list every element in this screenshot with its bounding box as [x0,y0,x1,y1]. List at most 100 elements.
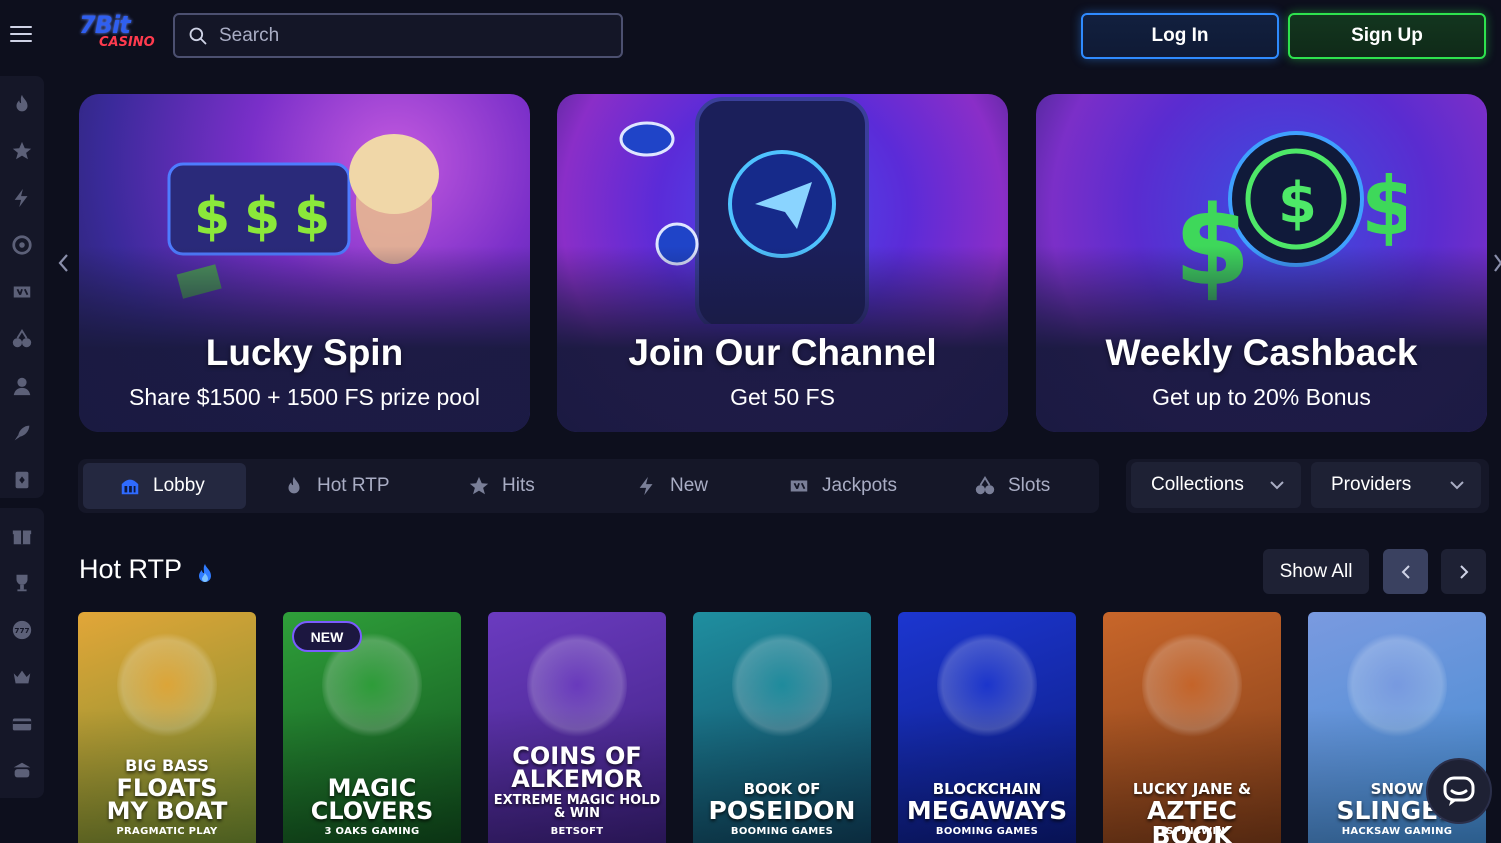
chat-icon [1443,776,1475,806]
game-title-line2: ALKEMOR [511,765,643,793]
tab-label: Hits [502,475,535,496]
game-title-line2: MEGAWAYS [906,796,1068,825]
logo-text-top: 7Bit [79,11,131,39]
category-tabs: Lobby Hot RTP Hits New Jackpots Slots [78,459,1099,513]
chevron-right-icon [1459,564,1468,579]
chevron-down-icon [1270,481,1284,490]
tab-label: Hot RTP [317,475,390,496]
banner-weekly-cashback[interactable]: $ $ $ Weekly Cashback Get up to 20% Bonu… [1036,94,1487,432]
game-card[interactable]: LUCKY JANE & AZTEC BOOK 1SPIN4WIN [1103,612,1281,843]
jackpot-icon [790,480,808,492]
tab-hits[interactable]: Hits [468,463,535,509]
tab-label: Jackpots [822,475,897,496]
sidebar-jackpot-icon[interactable] [0,268,44,315]
search-icon [189,27,207,45]
banner-prev-icon[interactable] [56,252,70,274]
sidebar-dealer-icon[interactable] [0,362,44,409]
svg-text:$: $ [194,187,230,247]
sidebar-cherry-icon[interactable] [0,315,44,362]
sidebar-card-icon[interactable] [0,700,44,747]
collections-dropdown[interactable]: Collections [1131,462,1301,508]
game-provider: BOOMING GAMES [935,826,1039,837]
game-provider: 3 OAKS GAMING [324,826,420,837]
tab-jackpots[interactable]: Jackpots [788,463,897,509]
game-title-line3: CLOVERS [310,797,434,825]
game-title-line1: BOOK OF [743,780,821,798]
banner-title: Lucky Spin [205,332,404,373]
search-box[interactable] [173,13,623,58]
sidebar-promotions: 777 [0,508,44,798]
game-title-line2: POSEIDON [708,796,856,825]
game-provider: BETSOFT [550,826,604,837]
sidebar-bank-icon[interactable] [0,747,44,794]
sidebar-gift-icon[interactable] [0,512,44,559]
banner-subtitle: Get up to 20% Bonus [1152,384,1371,410]
game-title-line3: EXTREME MAGIC HOLD & WIN [493,793,661,821]
star-icon [469,476,489,495]
banner-join-channel[interactable]: Join Our Channel Get 50 FS [557,94,1008,432]
game-card[interactable]: BIG BASS FLOATS MY BOAT PRAGMATIC PLAY [78,612,256,843]
providers-label: Providers [1331,474,1412,495]
tab-label: Slots [1008,475,1051,496]
sidebar-lightning-icon[interactable] [0,174,44,221]
tab-hot-rtp[interactable]: Hot RTP [283,463,390,509]
top-header: 7Bit CASINO Log In Sign Up [0,0,1501,72]
login-button[interactable]: Log In [1081,13,1279,59]
sidebar-star-icon[interactable] [0,127,44,174]
sidebar-cards-icon[interactable] [0,456,44,503]
banner-subtitle: Get 50 FS [730,384,835,410]
game-provider: PRAGMATIC PLAY [116,826,218,837]
game-provider: 1SPIN4WIN [1158,826,1226,837]
chevron-down-icon [1450,481,1464,490]
sidebar-crown-icon[interactable] [0,653,44,700]
cherry-icon [975,476,995,495]
blue-flame-icon [199,564,211,582]
banner-lucky-spin[interactable]: $ $ $ Lucky Spin Share $1500 + 1500 FS p… [79,94,530,432]
svg-text:$: $ [294,187,330,247]
tab-label: New [670,475,709,496]
banner-title: Join Our Channel [628,332,937,373]
game-card[interactable]: BLOCKCHAIN MEGAWAYS BOOMING GAMES [898,612,1076,843]
svg-text:$: $ [1278,171,1317,236]
banner-title: Weekly Cashback [1105,332,1418,373]
tab-new[interactable]: New [636,463,708,509]
sidebar-target-icon[interactable] [0,221,44,268]
menu-icon[interactable] [10,26,32,44]
game-card[interactable]: BOOK OF POSEIDON BOOMING GAMES [693,612,871,843]
carousel-next-button[interactable] [1441,549,1486,594]
section-title: Hot RTP [79,554,183,584]
providers-dropdown[interactable]: Providers [1311,462,1481,508]
tab-slots[interactable]: Slots [974,463,1050,509]
sidebar-slot-777-icon[interactable]: 777 [0,606,44,653]
sidebar: 777 [0,76,44,843]
logo-text-bottom: CASINO [99,35,155,50]
game-card[interactable]: NEW MAGIC CLOVERS 3 OAKS GAMING [283,612,461,843]
flame-icon [288,476,300,494]
sidebar-flame-icon[interactable] [0,80,44,127]
game-card[interactable]: COINS OF ALKEMOR EXTREME MAGIC HOLD & WIN B… [488,612,666,843]
chat-button[interactable] [1426,758,1492,824]
game-title-line1: LUCKY JANE & [1132,780,1252,798]
sidebar-categories [0,76,44,498]
game-provider: BOOMING GAMES [730,826,834,837]
banner-next-icon[interactable] [1492,252,1501,274]
sidebar-trophy-icon[interactable] [0,559,44,606]
banner-subtitle: Share $1500 + 1500 FS prize pool [129,384,480,410]
tab-lobby[interactable]: Lobby [83,463,246,509]
telegram-coin-icon [619,121,675,157]
svg-text:$: $ [1361,160,1406,253]
site-logo[interactable]: 7Bit CASINO [79,11,159,56]
collections-label: Collections [1151,474,1244,495]
game-title-line1: BLOCKCHAIN [932,780,1042,798]
lightning-icon [639,476,653,496]
new-badge: NEW [292,621,362,652]
show-all-button[interactable]: Show All [1263,549,1369,594]
game-provider: HACKSAW GAMING [1341,826,1453,837]
tab-label: Lobby [153,475,205,496]
sidebar-rocket-icon[interactable] [0,409,44,456]
svg-text:$: $ [244,187,280,247]
carousel-prev-button[interactable] [1383,549,1428,594]
chevron-left-icon [1401,564,1410,579]
search-input[interactable] [219,15,609,56]
signup-button[interactable]: Sign Up [1288,13,1486,59]
